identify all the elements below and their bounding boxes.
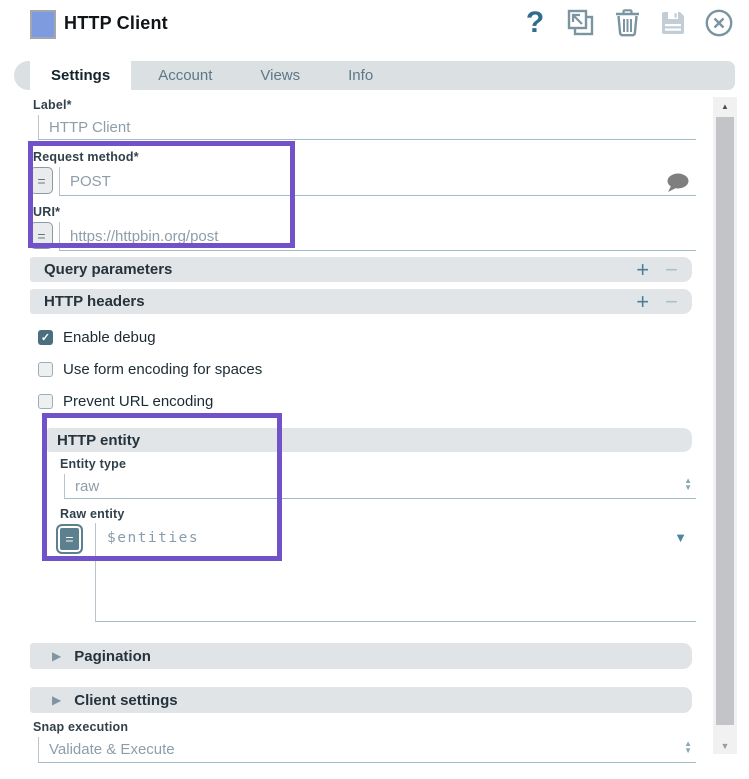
form-encoding-row: Use form encoding for spaces [38, 361, 696, 378]
pagination-title: Pagination [74, 648, 151, 665]
spinner-down-icon: ▼ [684, 484, 692, 491]
snap-execution-value: Validate & Execute [49, 741, 175, 758]
query-parameters-actions: + − [636, 259, 692, 281]
entity-type-label: Entity type [60, 457, 696, 471]
uri-row: = https://httpbin.org/post [30, 222, 696, 251]
check-icon: ✓ [41, 331, 50, 344]
pagination-section[interactable]: ▶ Pagination [30, 643, 692, 669]
query-parameters-title: Query parameters [30, 261, 172, 278]
tab-account-label: Account [158, 67, 212, 84]
form-encoding-checkbox[interactable] [38, 362, 53, 377]
raw-entity-area: = $entities ▼ [56, 523, 696, 622]
help-icon: ? [526, 8, 544, 38]
query-parameters-section[interactable]: Query parameters + − [30, 257, 692, 282]
remove-row-icon[interactable]: − [665, 259, 678, 281]
scroll-down-icon: ▼ [721, 741, 730, 751]
http-headers-actions: + − [636, 291, 692, 313]
label-field-value: HTTP Client [49, 119, 130, 136]
client-settings-title: Client settings [74, 692, 177, 709]
enable-debug-label: Enable debug [63, 329, 156, 346]
label-field-label: Label* [33, 98, 696, 112]
tab-bar: Settings Account Views Info [14, 61, 735, 90]
settings-panel: Label* HTTP Client Request method* = POS… [30, 96, 696, 763]
label-field-input[interactable]: HTTP Client [38, 115, 696, 140]
http-headers-title: HTTP headers [30, 293, 145, 310]
trash-icon [614, 8, 641, 38]
request-method-row: = POST [30, 167, 696, 196]
request-method-label: Request method* [33, 150, 696, 164]
tab-settings-label: Settings [51, 67, 110, 84]
scroll-down-button[interactable]: ▼ [713, 741, 737, 751]
scroll-up-button[interactable]: ▲ [713, 97, 737, 116]
spinner-icon[interactable]: ▲ ▼ [684, 477, 692, 491]
uri-input[interactable]: https://httpbin.org/post [59, 222, 696, 251]
tab-settings[interactable]: Settings [30, 61, 131, 90]
tab-views-label: Views [260, 67, 300, 84]
expand-arrow-icon: ▶ [52, 649, 61, 663]
uri-expression-toggle[interactable]: = [30, 222, 53, 249]
prevent-url-encoding-row: Prevent URL encoding [38, 393, 696, 410]
close-icon [704, 8, 734, 38]
suggest-caret-icon[interactable]: ▼ [674, 530, 687, 545]
entity-type-value: raw [75, 478, 99, 495]
http-headers-section[interactable]: HTTP headers + − [30, 289, 692, 314]
entity-type-select[interactable]: raw ▲ ▼ [64, 474, 696, 499]
scrollbar-thumb[interactable] [716, 117, 734, 725]
vertical-scrollbar[interactable]: ▲ ▼ [713, 97, 737, 754]
uri-label: URI* [33, 205, 696, 219]
request-method-input[interactable]: POST [59, 167, 696, 196]
raw-entity-label: Raw entity [60, 507, 696, 521]
tab-views[interactable]: Views [239, 61, 321, 90]
equals-icon: = [65, 531, 73, 547]
raw-entity-expression-toggle[interactable]: = [56, 524, 83, 554]
add-row-icon[interactable]: + [636, 291, 649, 313]
dialog-title: HTTP Client [64, 13, 168, 34]
request-method-expression-toggle[interactable]: = [30, 167, 53, 194]
scroll-up-icon: ▲ [721, 102, 729, 111]
tab-info[interactable]: Info [327, 61, 394, 90]
enable-debug-checkbox[interactable]: ✓ [38, 330, 53, 345]
snap-execution-label: Snap execution [33, 720, 696, 734]
popout-button[interactable] [566, 7, 596, 39]
close-button[interactable] [704, 7, 734, 39]
http-entity-title: HTTP entity [47, 432, 140, 449]
remove-row-icon[interactable]: − [665, 291, 678, 313]
expand-arrow-icon: ▶ [52, 693, 61, 707]
uri-value: https://httpbin.org/post [70, 228, 218, 245]
raw-entity-value: $entities [107, 530, 199, 546]
client-settings-section[interactable]: ▶ Client settings [30, 687, 692, 713]
equals-icon: = [37, 173, 45, 189]
enable-debug-row: ✓ Enable debug [38, 329, 696, 346]
delete-button[interactable] [612, 7, 642, 39]
tab-account[interactable]: Account [137, 61, 233, 90]
header-toolbar: ? [520, 7, 734, 39]
save-button[interactable] [658, 7, 688, 39]
popout-icon [566, 8, 596, 38]
spinner-icon[interactable]: ▲ ▼ [684, 740, 692, 754]
form-encoding-label: Use form encoding for spaces [63, 361, 262, 378]
spinner-down-icon: ▼ [684, 747, 692, 754]
comment-bubble-icon[interactable] [664, 172, 690, 194]
raw-entity-editor[interactable]: $entities ▼ [95, 523, 696, 622]
http-entity-section: HTTP entity [47, 428, 692, 452]
prevent-url-encoding-label: Prevent URL encoding [63, 393, 213, 410]
tab-info-label: Info [348, 67, 373, 84]
snap-execution-select[interactable]: Validate & Execute ▲ ▼ [38, 737, 696, 763]
add-row-icon[interactable]: + [636, 259, 649, 281]
save-icon [659, 9, 687, 37]
equals-icon: = [37, 228, 45, 244]
request-method-value: POST [70, 173, 111, 190]
prevent-url-encoding-checkbox[interactable] [38, 394, 53, 409]
snap-icon [30, 10, 56, 39]
help-button[interactable]: ? [520, 7, 550, 39]
